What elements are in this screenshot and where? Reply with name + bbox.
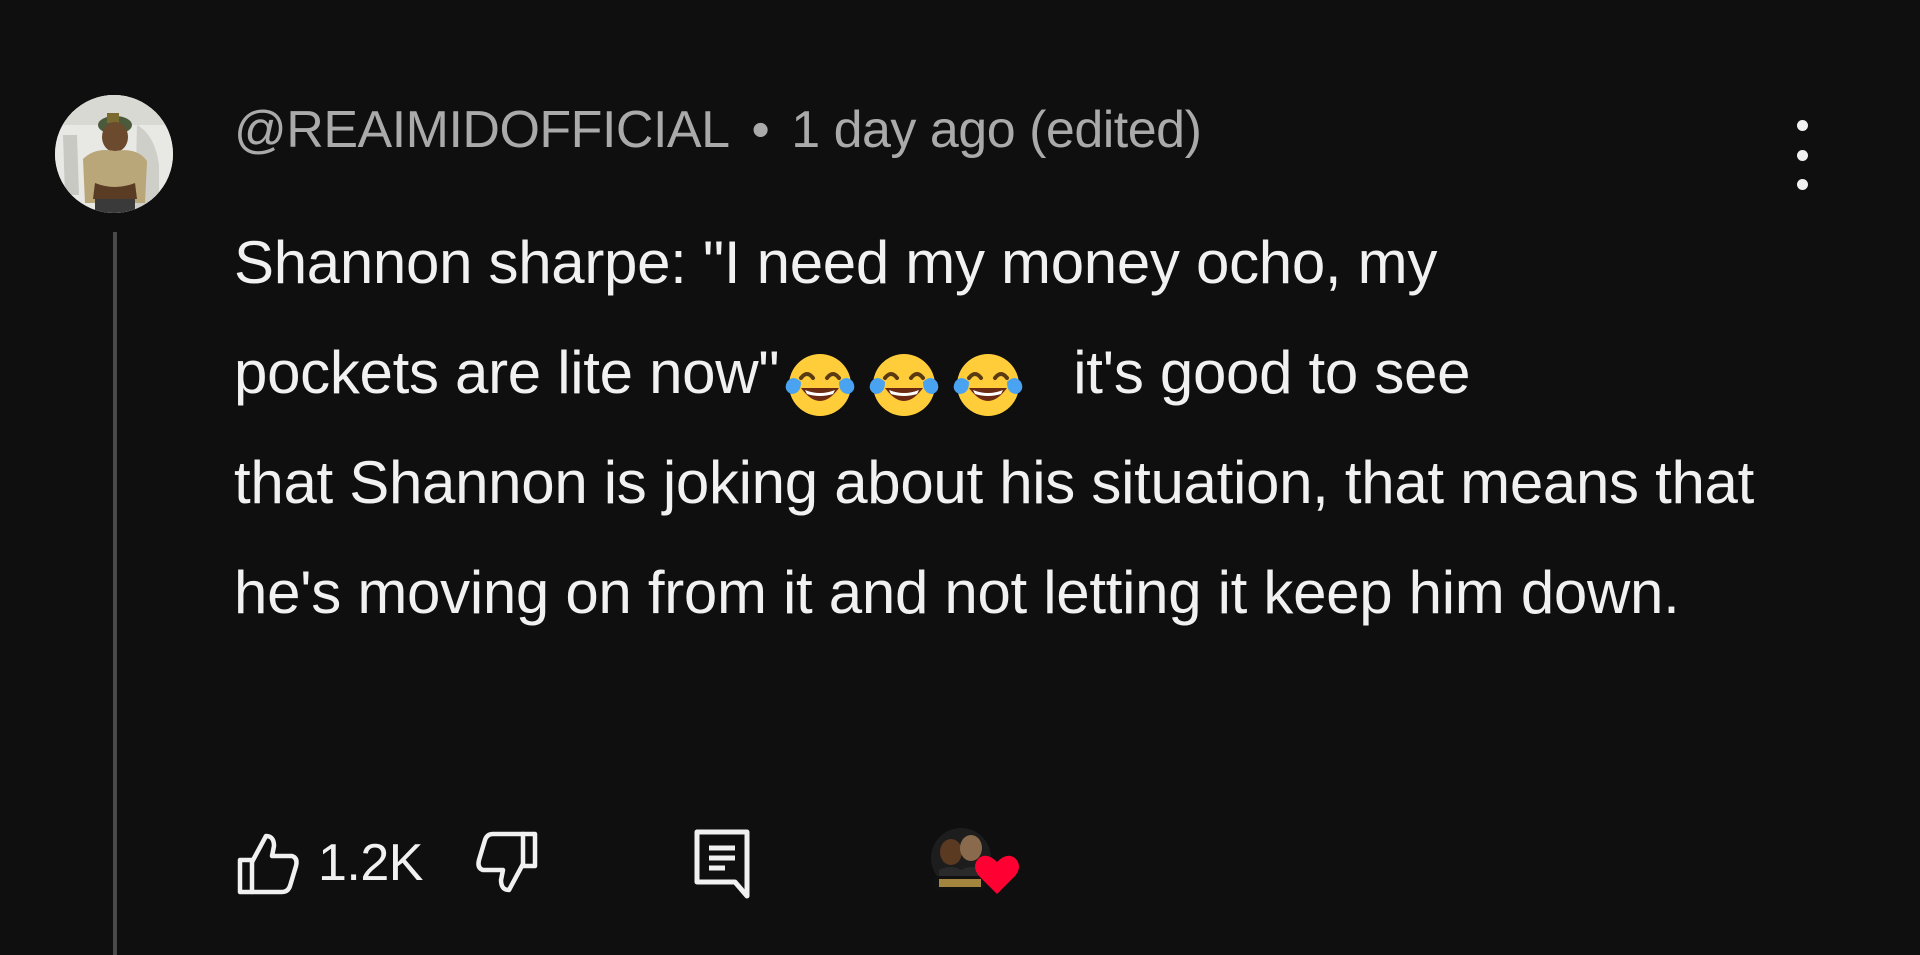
comment-text-line2-before: pockets are lite now" (234, 339, 780, 406)
comment-header: @REAIMIDOFFICIAL • 1 day ago (edited) (234, 100, 1202, 160)
comment-item: @REAIMIDOFFICIAL • 1 day ago (edited) Shan… (0, 0, 1920, 955)
comment-text-line2-after: it's good to see (1073, 339, 1471, 406)
like-count: 1.2K (318, 834, 423, 892)
author-avatar[interactable] (55, 95, 173, 213)
comment-text-line1: Shannon sharpe: "I need my money ocho, m… (234, 229, 1438, 296)
comment-actions: 1.2K (234, 818, 1025, 908)
separator-dot: • (751, 101, 770, 159)
avatar-photo (55, 95, 173, 213)
comment-text: Shannon sharpe: "I need my money ocho, m… (234, 208, 1774, 648)
reply-button[interactable] (691, 826, 753, 900)
face-with-tears-of-joy-icon (953, 354, 1023, 417)
dislike-button[interactable] (475, 830, 541, 896)
thumbs-up-icon (237, 833, 299, 895)
thread-line (113, 232, 117, 955)
face-with-tears-of-joy-icon (785, 354, 855, 417)
creator-heart-icon (930, 828, 1019, 894)
like-button[interactable]: 1.2K (234, 830, 423, 896)
author-handle[interactable]: @REAIMIDOFFICIAL (234, 101, 730, 159)
thumbs-down-icon (476, 831, 538, 893)
creator-heart (925, 818, 1025, 908)
emoji-group (783, 326, 1035, 417)
comment-timestamp: 1 day ago (edited) (791, 101, 1202, 159)
reply-comment-icon (694, 829, 750, 899)
face-with-tears-of-joy-icon (869, 354, 939, 417)
comment-text-rest: that Shannon is joking about his situati… (234, 449, 1754, 626)
more-vertical-icon[interactable] (1772, 120, 1832, 190)
